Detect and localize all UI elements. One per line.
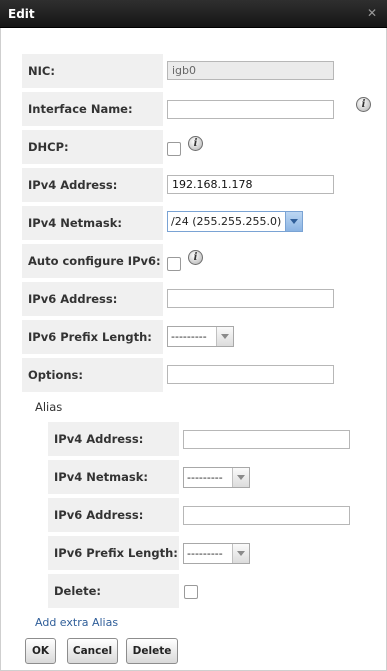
ipv6-address-input[interactable] xyxy=(167,289,334,308)
alias-heading: Alias xyxy=(35,400,63,414)
ipv6-prefix-select[interactable]: --------- xyxy=(167,326,234,347)
cancel-button[interactable]: Cancel xyxy=(67,638,118,664)
chevron-down-icon[interactable] xyxy=(285,212,302,231)
alias-ipv6-address-input[interactable] xyxy=(183,506,350,525)
add-extra-alias-link[interactable]: Add extra Alias xyxy=(35,616,118,629)
dialog-title: Edit xyxy=(8,7,35,21)
close-icon[interactable]: ✕ xyxy=(365,6,379,20)
alias-ipv4-address-label: IPv4 Address: xyxy=(48,422,179,456)
auto-ipv6-checkbox[interactable] xyxy=(167,257,181,271)
chevron-down-icon[interactable] xyxy=(232,544,249,563)
chevron-down-icon[interactable] xyxy=(232,468,249,487)
chevron-down-icon[interactable] xyxy=(216,327,233,346)
nic-field: igb0 xyxy=(167,61,334,80)
dialog-titlebar: Edit ✕ xyxy=(0,0,387,28)
ipv4-netmask-select[interactable]: /24 (255.255.255.0) xyxy=(167,211,303,232)
alias-ipv6-prefix-value: --------- xyxy=(187,547,223,560)
alias-ipv4-netmask-label: IPv4 Netmask: xyxy=(48,460,179,494)
ok-button[interactable]: OK xyxy=(25,638,56,664)
alias-delete-checkbox[interactable] xyxy=(184,585,198,599)
ipv4-address-input[interactable]: 192.168.1.178 xyxy=(167,175,334,194)
ipv4-netmask-value: /24 (255.255.255.0) xyxy=(171,215,282,228)
delete-button[interactable]: Delete xyxy=(126,638,178,664)
alias-ipv6-address-label: IPv6 Address: xyxy=(48,498,179,532)
nic-label: NIC: xyxy=(22,54,163,88)
info-icon[interactable]: i xyxy=(188,250,203,265)
info-icon[interactable]: i xyxy=(356,97,371,112)
interface-name-input[interactable] xyxy=(167,100,334,119)
ipv4-netmask-label: IPv4 Netmask: xyxy=(22,206,163,240)
dhcp-label: DHCP: xyxy=(22,130,163,164)
alias-delete-label: Delete: xyxy=(48,574,179,608)
ipv6-prefix-value: --------- xyxy=(171,330,207,343)
dhcp-checkbox[interactable] xyxy=(167,142,181,156)
options-label: Options: xyxy=(22,358,163,392)
info-icon[interactable]: i xyxy=(188,136,203,151)
ipv4-address-label: IPv4 Address: xyxy=(22,168,163,202)
auto-ipv6-label: Auto configure IPv6: xyxy=(22,244,163,278)
alias-ipv4-address-input[interactable] xyxy=(183,430,350,449)
alias-ipv4-netmask-select[interactable]: --------- xyxy=(183,467,250,488)
options-input[interactable] xyxy=(167,365,334,384)
alias-ipv6-prefix-select[interactable]: --------- xyxy=(183,543,250,564)
ipv6-address-label: IPv6 Address: xyxy=(22,282,163,316)
alias-ipv6-prefix-label: IPv6 Prefix Length: xyxy=(48,536,179,570)
ipv6-prefix-label: IPv6 Prefix Length: xyxy=(22,320,163,354)
alias-ipv4-netmask-value: --------- xyxy=(187,471,223,484)
interface-name-label: Interface Name: xyxy=(22,92,163,126)
